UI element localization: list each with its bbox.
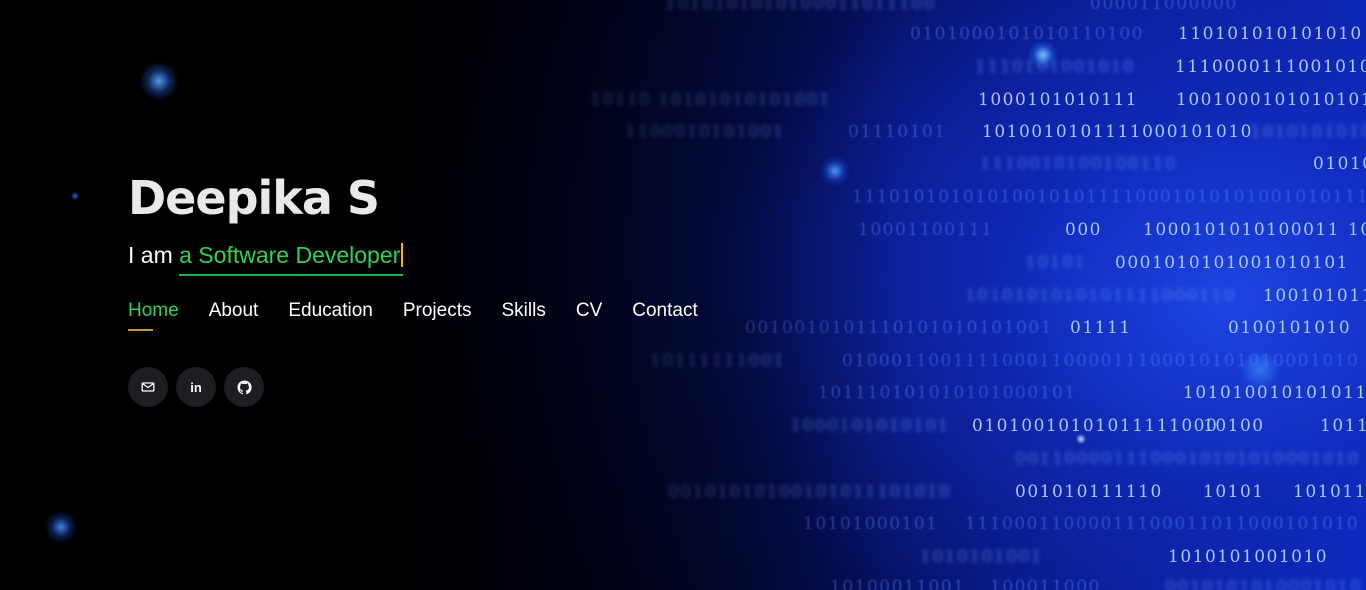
binary-row: 000: [1065, 220, 1102, 240]
binary-row: 1010101010: [1250, 122, 1366, 142]
binary-row: 1010101001010: [1168, 547, 1329, 567]
binary-row: 1010101010100011011100: [665, 0, 936, 14]
binary-row: 1010100101010111100: [1183, 383, 1366, 403]
binary-row: 10100: [1203, 416, 1265, 436]
hero-tagline: I am a Software Developer: [128, 240, 728, 276]
glow-orb: [1240, 350, 1280, 390]
nav-contact[interactable]: Contact: [632, 300, 697, 331]
binary-row: 01010010101011111000: [972, 416, 1219, 436]
binary-row: 10110: [1320, 416, 1366, 436]
binary-row: 0101000101010110100: [910, 24, 1145, 44]
binary-row: 1000101010111: [978, 90, 1139, 110]
binary-row: 10110 10101010101001: [590, 90, 831, 110]
glow-orb: [820, 156, 850, 186]
binary-row: 11100001110010100: [1175, 57, 1366, 77]
nav-education[interactable]: Education: [288, 300, 373, 331]
binary-row: 1010101001: [920, 547, 1044, 567]
binary-row: 1110101001010: [975, 57, 1136, 77]
binary-row: 1010101010101111000110: [965, 286, 1236, 306]
glow-orb: [1076, 434, 1086, 444]
linkedin-button[interactable]: in: [176, 367, 216, 407]
mail-icon: [141, 382, 155, 392]
binary-row: 0010101010001010: [1165, 577, 1363, 590]
binary-row: 0101010: [1313, 154, 1366, 174]
binary-row: 1000101010100011: [1143, 220, 1341, 240]
main-nav: Home About Education Projects Skills CV …: [128, 300, 728, 331]
binary-row: 110101010101010: [1178, 24, 1363, 44]
binary-row: 1000101010101: [790, 416, 951, 436]
binary-row: 01111: [1070, 318, 1132, 338]
binary-row: 10001100111: [858, 220, 994, 240]
binary-row: 1001010110: [1263, 286, 1366, 306]
nav-skills[interactable]: Skills: [502, 300, 546, 331]
mail-button[interactable]: [128, 367, 168, 407]
binary-row: 0001010101001010101: [1115, 253, 1350, 273]
tagline-prefix: I am: [128, 242, 180, 268]
binary-row: 0011000011100010101010001010: [1015, 449, 1360, 469]
binary-row: 000011000000: [1090, 0, 1238, 14]
hero-name: Deepika S: [128, 171, 380, 225]
binary-row: 1010010101111000101010: [982, 122, 1253, 142]
binary-row: 0100101010: [1228, 318, 1352, 338]
binary-row: 10010001010101010: [1176, 90, 1366, 110]
binary-row: 11100011000011100011011000101010: [965, 514, 1360, 534]
typing-cursor: [401, 243, 404, 267]
hero-section: 1010101010100011011100 000011000000 0101…: [0, 0, 1366, 590]
binary-row: 1100010101001: [625, 122, 786, 142]
nav-home[interactable]: Home: [128, 300, 179, 331]
binary-row: 101110101010101000101: [818, 383, 1077, 403]
binary-row: 001010111110: [1015, 482, 1163, 502]
github-button[interactable]: [224, 367, 264, 407]
github-icon: [236, 379, 252, 394]
nav-about[interactable]: About: [209, 300, 259, 331]
social-links: in: [128, 367, 728, 407]
nav-projects[interactable]: Projects: [403, 300, 472, 331]
typed-role: a Software Developer: [179, 242, 404, 276]
binary-row: 0010010101110101010101001: [745, 318, 1053, 338]
binary-row: 1110010100100110: [980, 154, 1178, 174]
binary-row: 0100011001111000110000111000101010100010…: [842, 351, 1360, 371]
binary-row: 10101000101: [803, 514, 939, 534]
binary-row: 10101: [1025, 253, 1087, 273]
binary-row: 01110101: [848, 122, 947, 142]
binary-row: 1010111: [1293, 482, 1366, 502]
hero-content: Deepika S I am a Software Developer Home…: [128, 170, 728, 407]
binary-row: 100011000: [990, 577, 1101, 590]
typed-role-text: a Software Developer: [179, 242, 401, 268]
binary-row: 10: [1348, 220, 1366, 240]
binary-row: 1110101010101001010111100010101010010101…: [852, 187, 1366, 207]
linkedin-icon: in: [190, 379, 202, 395]
binary-row: 10100011001: [830, 577, 966, 590]
glow-orb: [1028, 40, 1058, 70]
binary-row: 00101010100101011101010: [668, 482, 952, 502]
binary-row: 10101: [1203, 482, 1265, 502]
nav-cv[interactable]: CV: [576, 300, 602, 331]
glow-orb: [140, 62, 178, 100]
glow-orb: [71, 192, 79, 200]
glow-orb: [45, 511, 77, 543]
